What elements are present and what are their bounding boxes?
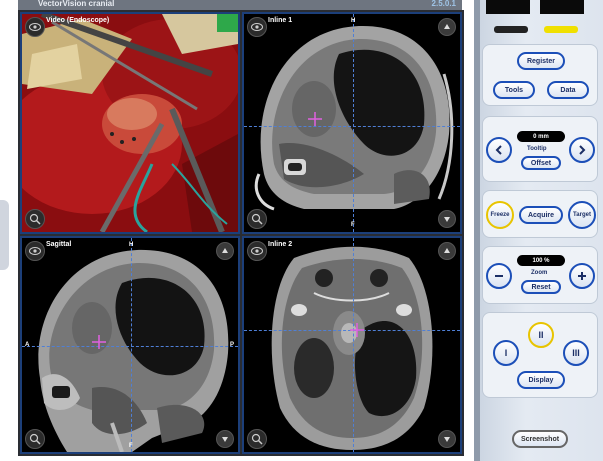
eye-icon[interactable] xyxy=(25,241,45,261)
zoom-label: Zoom xyxy=(531,270,548,276)
inline1-top-orientation: H xyxy=(351,18,356,24)
minus-icon[interactable] xyxy=(486,263,512,289)
eye-icon[interactable] xyxy=(247,241,267,261)
freeze-button[interactable]: Freeze xyxy=(486,201,514,229)
arrow-up-icon[interactable] xyxy=(216,242,234,260)
zoom-icon[interactable] xyxy=(247,429,267,449)
status-display-right xyxy=(540,0,584,14)
sagittal-viewport[interactable]: Sagittal H F A P xyxy=(20,236,240,454)
chevron-left-icon[interactable] xyxy=(486,137,512,163)
sagittal-viewport-label: Sagittal xyxy=(46,241,72,248)
acquire-button[interactable]: Acquire xyxy=(519,206,563,224)
inline2-viewport-label: Inline 2 xyxy=(268,241,293,248)
sagittal-left-orientation: A xyxy=(25,342,30,348)
inline2-crosshair-icon xyxy=(350,323,364,337)
version-label: 2.5.0.1 xyxy=(431,0,456,8)
sagittal-crosshair-icon xyxy=(92,335,106,349)
control-sidebar: Register Tools Data 0 mm Tooltip Offset … xyxy=(474,0,603,461)
inline2-mri-image xyxy=(244,238,460,452)
video-viewport[interactable]: Video (Endoscope) xyxy=(20,12,240,234)
title-bar: VectorVision cranial 2.5.0.1 xyxy=(18,0,462,10)
acquisition-panel: Freeze Acquire Target xyxy=(482,190,598,238)
zoom-panel: 100 % Zoom Reset xyxy=(482,246,598,304)
zoom-icon[interactable] xyxy=(25,209,45,229)
inline1-viewport[interactable]: Inline 1 H F xyxy=(242,12,462,234)
inline1-bottom-orientation: F xyxy=(351,222,355,228)
register-button[interactable]: Register xyxy=(517,52,565,70)
tooltip-value: 0 mm xyxy=(517,131,565,142)
inline1-horizontal-guide xyxy=(244,126,460,127)
arrow-down-icon[interactable] xyxy=(438,430,456,448)
sagittal-bottom-orientation: F xyxy=(129,443,133,449)
screenshot-button[interactable]: Screenshot xyxy=(512,430,568,448)
arrow-up-icon[interactable] xyxy=(438,242,456,260)
arrow-down-icon[interactable] xyxy=(216,430,234,448)
view-iii-button[interactable]: III xyxy=(563,340,589,366)
zoom-icon[interactable] xyxy=(247,209,267,229)
view-layout-panel: I II III Display xyxy=(482,312,598,398)
inline2-vertical-guide xyxy=(353,238,354,452)
reset-button[interactable]: Reset xyxy=(521,280,561,294)
status-display-left xyxy=(486,0,530,14)
sagittal-top-orientation: H xyxy=(129,242,134,248)
view-ii-button[interactable]: II xyxy=(528,322,554,348)
target-button[interactable]: Target xyxy=(568,201,596,229)
video-viewport-label: Video (Endoscope) xyxy=(46,17,110,24)
zoom-value: 100 % xyxy=(517,255,565,266)
inline1-vertical-guide xyxy=(353,14,354,232)
inline1-crosshair-icon xyxy=(308,112,322,126)
eye-icon[interactable] xyxy=(25,17,45,37)
tools-button[interactable]: Tools xyxy=(493,81,535,99)
display-button[interactable]: Display xyxy=(517,371,565,389)
inline1-viewport-label: Inline 1 xyxy=(268,17,293,24)
inline1-mri-image xyxy=(244,14,460,232)
arrow-up-icon[interactable] xyxy=(438,18,456,36)
chevron-right-icon[interactable] xyxy=(569,137,595,163)
viewport-grid: Video (Endoscope) Inline 1 H F Sagittal … xyxy=(18,10,464,456)
tooltip-panel: 0 mm Tooltip Offset xyxy=(482,116,598,182)
plus-icon[interactable] xyxy=(569,263,595,289)
inline2-viewport[interactable]: Inline 2 xyxy=(242,236,462,454)
status-indicator-dark xyxy=(494,26,528,33)
sagittal-horizontal-guide xyxy=(22,346,238,347)
view-i-button[interactable]: I xyxy=(493,340,519,366)
endoscope-video-image xyxy=(22,14,238,232)
data-button[interactable]: Data xyxy=(547,81,589,99)
sagittal-right-orientation: P xyxy=(229,342,234,348)
sagittal-vertical-guide xyxy=(131,238,132,452)
status-indicator-yellow xyxy=(544,26,578,33)
navigation-application: VectorVision cranial 2.5.0.1 Video (Endo… xyxy=(0,0,603,461)
zoom-icon[interactable] xyxy=(25,429,45,449)
window-title: VectorVision cranial xyxy=(38,0,115,8)
arrow-down-icon[interactable] xyxy=(438,210,456,228)
registration-panel: Register Tools Data xyxy=(482,44,598,106)
side-tab-handle[interactable] xyxy=(0,200,9,270)
sagittal-mri-image xyxy=(22,238,238,452)
tooltip-label: Tooltip xyxy=(527,146,547,152)
eye-icon[interactable] xyxy=(247,17,267,37)
sidebar-edge xyxy=(474,0,480,461)
offset-button[interactable]: Offset xyxy=(521,156,561,170)
